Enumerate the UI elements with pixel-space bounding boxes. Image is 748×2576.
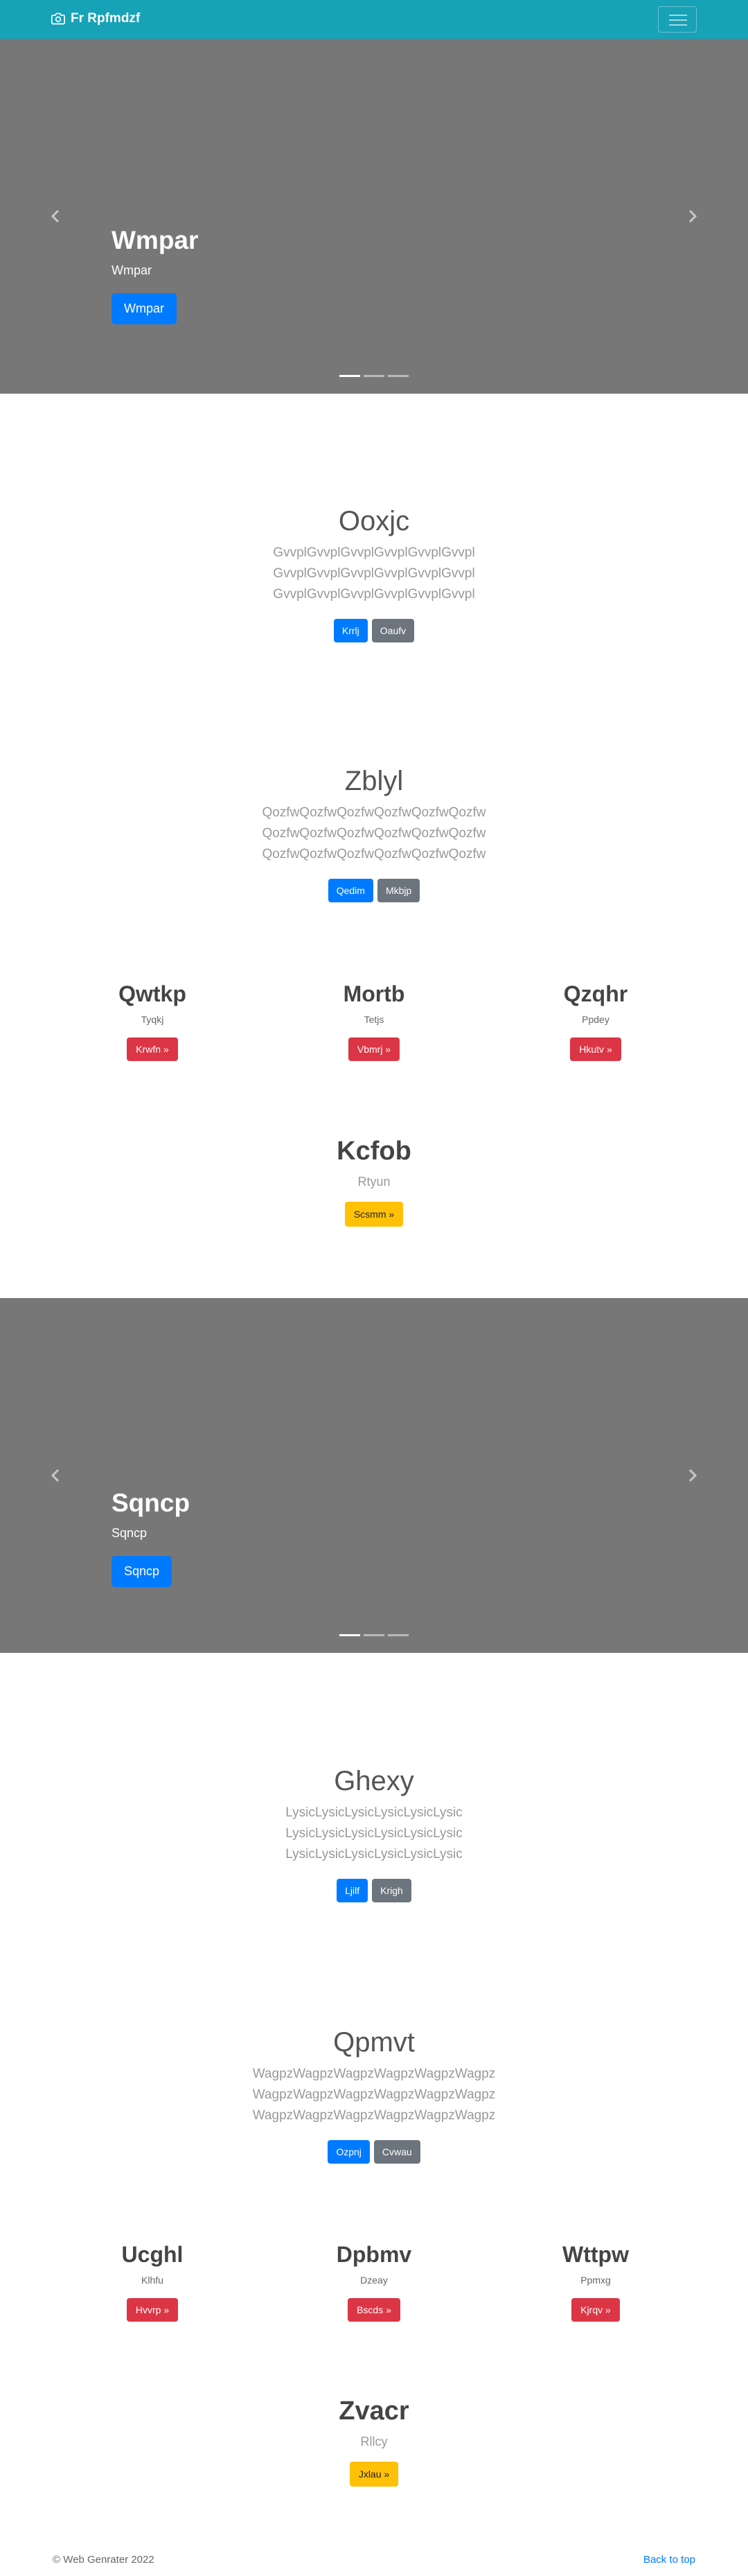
section-title: Ooxjc	[338, 506, 410, 536]
feature-button[interactable]: Jxlau »	[349, 2462, 399, 2487]
carousel-indicator[interactable]	[388, 375, 409, 377]
brand-link[interactable]: Fr Rpfmdzf	[51, 11, 140, 26]
column-text: Dzeay	[360, 2275, 388, 2286]
column-title: Ucghl	[121, 2242, 184, 2267]
secondary-button[interactable]: Cvwau	[373, 2140, 420, 2164]
secondary-button[interactable]: Oaufv	[371, 619, 415, 642]
brand-label: Fr Rpfmdzf	[71, 11, 141, 26]
carousel-indicator[interactable]	[364, 1634, 384, 1636]
carousel-2: Sqncp Sqncp Sqncp	[0, 1298, 748, 1653]
primary-button[interactable]: Ljilf	[337, 1879, 368, 1902]
hamburger-icon	[669, 15, 687, 16]
section-lead: GvvplGvvplGvvplGvvplGvvplGvvpl GvvplGvvp…	[273, 545, 475, 602]
column-button[interactable]: Krwfn »	[127, 1037, 178, 1061]
carousel-indicators	[339, 1634, 409, 1636]
carousel-title: Wmpar	[112, 226, 199, 254]
back-to-top-link[interactable]: Back to top	[643, 2554, 695, 2566]
column-card: Mortb Tetjs Vbmrj »	[305, 981, 443, 1061]
column-title: Qzqhr	[563, 981, 628, 1006]
carousel-button[interactable]: Sqncp	[112, 1556, 172, 1587]
column-card: Dpbmv Dzeay Bscds »	[305, 2242, 443, 2322]
copyright-text: © Web Genrater 2022	[53, 2554, 154, 2566]
section-title: Zblyl	[344, 766, 404, 796]
carousel-next-icon[interactable]	[684, 208, 700, 225]
jumbotron-section: Qpmvt WagpzWagpzWagpzWagpzWagpzWagpz Wag…	[0, 2027, 748, 2164]
jumbotron-section: Ooxjc GvvplGvvplGvvplGvvplGvvplGvvpl Gvv…	[0, 506, 748, 642]
column-button[interactable]: Hvvrp »	[126, 2298, 179, 2322]
column-text: Ppdey	[582, 1014, 609, 1025]
feature-block: Zvacr Rllcy Jxlau »	[0, 2397, 748, 2487]
camera-icon	[51, 12, 65, 25]
secondary-button[interactable]: Mkbjp	[377, 879, 420, 902]
column-card: Ucghl Klhfu Hvvrp »	[83, 2242, 222, 2322]
carousel-next-icon[interactable]	[684, 1467, 700, 1484]
column-title: Wttpw	[562, 2242, 629, 2267]
column-button[interactable]: Vbmrj »	[348, 1037, 400, 1061]
primary-button[interactable]: Ozpnj	[328, 2140, 370, 2164]
secondary-button[interactable]: Krigh	[372, 1879, 411, 1902]
column-button[interactable]: Kjrqv »	[571, 2298, 620, 2322]
carousel-indicator[interactable]	[388, 1634, 409, 1636]
column-card: Wttpw Ppmxg Kjrqv »	[526, 2242, 665, 2322]
section-title: Qpmvt	[333, 2027, 415, 2058]
carousel-prev-icon[interactable]	[48, 1467, 64, 1484]
section-title: Ghexy	[334, 1766, 414, 1796]
column-card: Qzqhr Ppdey Hkutv »	[526, 981, 665, 1061]
primary-button[interactable]: Krrlj	[333, 619, 368, 642]
carousel-caption: Sqncp Sqncp Sqncp	[112, 1489, 190, 1587]
feature-text: Rllcy	[360, 2435, 388, 2448]
carousel-subtitle: Sqncp	[112, 1526, 148, 1540]
primary-button[interactable]: Qedim	[328, 879, 373, 902]
section-lead: QozfwQozfwQozfwQozfwQozfwQozfw QozfwQozf…	[262, 805, 486, 861]
columns-row: Qwtkp Tyqkj Krwfn » Mortb Tetjs Vbmrj » …	[0, 981, 748, 1061]
carousel-title: Sqncp	[112, 1489, 190, 1517]
columns-row: Ucghl Klhfu Hvvrp » Dpbmv Dzeay Bscds » …	[0, 2242, 748, 2322]
section-lead: WagpzWagpzWagpzWagpzWagpzWagpz WagpzWagp…	[252, 2067, 496, 2123]
carousel-1: Wmpar Wmpar Wmpar	[0, 39, 748, 394]
column-text: Tetjs	[364, 1014, 384, 1025]
carousel-indicator[interactable]	[339, 375, 360, 377]
feature-title: Kcfob	[337, 1137, 411, 1166]
carousel-prev-icon[interactable]	[48, 208, 64, 225]
feature-button[interactable]: Scsmm »	[344, 1202, 404, 1227]
column-text: Tyqkj	[141, 1014, 164, 1025]
navbar-toggler-button[interactable]	[658, 6, 697, 33]
feature-title: Zvacr	[339, 2397, 409, 2426]
carousel-subtitle: Wmpar	[112, 263, 152, 277]
column-text: Klhfu	[141, 2275, 163, 2286]
carousel-indicators	[339, 375, 409, 377]
column-button[interactable]: Hkutv »	[570, 1037, 621, 1061]
carousel-caption: Wmpar Wmpar Wmpar	[112, 226, 198, 324]
feature-block: Kcfob Rtyun Scsmm »	[0, 1137, 748, 1227]
carousel-button[interactable]: Wmpar	[112, 293, 177, 324]
carousel-indicator[interactable]	[339, 1634, 360, 1636]
carousel-indicator[interactable]	[364, 375, 384, 377]
column-card: Qwtkp Tyqkj Krwfn »	[83, 981, 222, 1061]
section-lead: LysicLysicLysicLysicLysicLysic LysicLysi…	[285, 1805, 463, 1861]
column-text: Ppmxg	[580, 2275, 611, 2286]
column-button[interactable]: Bscds »	[348, 2298, 400, 2322]
column-title: Dpbmv	[336, 2242, 412, 2267]
feature-text: Rtyun	[357, 1175, 391, 1189]
navbar: Fr Rpfmdzf	[0, 0, 748, 39]
jumbotron-section: Zblyl QozfwQozfwQozfwQozfwQozfwQozfw Qoz…	[0, 766, 748, 902]
column-title: Qwtkp	[118, 981, 186, 1006]
column-title: Mortb	[343, 981, 405, 1006]
jumbotron-section: Ghexy LysicLysicLysicLysicLysicLysic Lys…	[0, 1766, 748, 1902]
